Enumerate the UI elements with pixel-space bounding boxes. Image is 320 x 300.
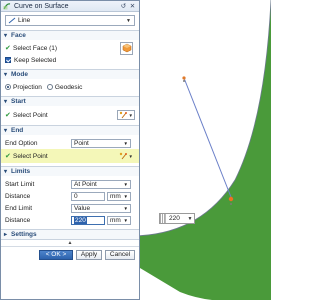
start-limit-value: At Point [74,180,97,188]
start-distance-unit[interactable]: mm ▼ [107,191,131,201]
close-icon[interactable]: ✕ [128,2,137,10]
projection-radio[interactable] [5,84,11,90]
end-select-point-row[interactable]: ✔ Select Point ▼ [1,149,139,163]
chevron-down-icon: ▾ [4,169,8,175]
section-start-title: Start [11,98,26,105]
checkmark-icon: ✔ [5,112,11,119]
checkmark-icon: ✔ [5,153,11,160]
unit-value: mm [110,192,121,200]
chevron-up-icon: ▲ [67,240,73,246]
end-distance-unit[interactable]: mm ▼ [107,215,131,225]
dialog-button-bar: < OK > Apply Cancel [1,246,139,262]
start-point-marker [182,76,186,80]
end-distance-input[interactable]: 220 [71,215,105,225]
start-limit-select[interactable]: At Point ▼ [71,179,131,189]
geodesic-radio[interactable] [46,84,53,90]
ok-button[interactable]: < OK > [39,249,73,260]
section-end-header[interactable]: ▾ End [1,125,139,135]
section-start-header[interactable]: ▾ Start [1,96,139,106]
curve-on-surface-icon [3,2,11,10]
section-settings-title: Settings [11,231,37,238]
section-face-header[interactable]: ▾ Face [1,30,139,40]
chevron-down-icon: ▼ [123,193,128,199]
end-limit-label: End Limit [5,204,33,212]
end-option-value: Point [74,139,89,147]
section-mode-header[interactable]: ▾ Mode [1,69,139,79]
line-type-icon [8,17,16,24]
end-option-label: End Option [5,139,38,147]
keep-selected-row[interactable]: Keep Selected [5,54,135,66]
dimension-value[interactable]: 220 [166,215,186,222]
type-select[interactable]: Line ▼ [5,15,135,26]
section-settings-header[interactable]: ▸ Settings [1,229,139,239]
face-select-icon[interactable] [120,41,133,55]
distance-label: Distance [5,192,31,200]
chevron-down-icon[interactable]: ▼ [129,113,133,118]
end-option-select[interactable]: Point ▼ [71,138,131,148]
section-mode-title: Mode [11,71,28,78]
projection-label: Projection [13,83,42,91]
surface-graphic [140,0,271,300]
geodesic-label: Geodesic [54,83,83,91]
chevron-down-icon: ▾ [4,72,8,78]
chevron-down-icon: ▼ [123,140,128,146]
distance-label: Distance [5,216,31,224]
select-face-label: Select Face (1) [13,44,58,52]
keep-selected-checkbox[interactable] [5,57,11,63]
unit-value: mm [110,216,121,224]
end-limit-select[interactable]: Value ▼ [71,203,131,213]
chevron-down-icon: ▾ [4,128,8,134]
chevron-down-icon: ▼ [126,17,131,24]
keep-selected-label: Keep Selected [14,56,57,64]
select-face-row[interactable]: ✔ Select Face (1) [5,41,135,55]
collapse-toggle[interactable]: ▲ [1,239,139,246]
apply-button[interactable]: Apply [76,249,102,260]
start-distance-value: 0 [74,192,78,200]
chevron-down-icon: ▾ [4,99,8,105]
point-icon [119,152,127,160]
start-select-point-row[interactable]: ✔ Select Point ▼ [5,108,135,122]
curve-on-surface-dialog: Curve on Surface ↺ ✕ Line ▼ ▾ Face ✔ Sel… [0,0,140,300]
section-limits-header[interactable]: ▾ Limits [1,166,139,176]
end-select-point-label: Select Point [13,152,48,160]
reset-icon[interactable]: ↺ [119,2,128,10]
point-dialog-button[interactable]: ▼ [117,110,135,120]
graphics-viewport[interactable]: 220 ▼ [140,0,271,300]
surface-line [183,77,232,198]
chevron-down-icon: ▼ [123,217,128,223]
start-limit-label: Start Limit [5,180,35,188]
cancel-button[interactable]: Cancel [105,249,135,260]
chevron-down-icon[interactable]: ▼ [129,154,133,159]
point-icon [119,111,127,119]
chevron-down-icon: ▼ [123,181,128,187]
section-face-title: Face [11,32,26,39]
type-select-value: Line [18,17,31,24]
end-distance-value: 220 [74,216,87,224]
chevron-right-icon: ▸ [4,232,8,238]
chevron-down-icon[interactable]: ▼ [186,216,194,222]
section-end-title: End [11,127,24,134]
dialog-title: Curve on Surface [14,2,69,10]
chevron-down-icon: ▾ [4,33,8,39]
start-select-point-label: Select Point [13,111,48,119]
chevron-down-icon: ▼ [123,205,128,211]
dimension-input[interactable]: 220 ▼ [159,213,195,224]
end-point-marker[interactable] [228,196,234,202]
start-distance-input[interactable]: 0 [71,191,105,201]
section-limits-title: Limits [11,168,31,175]
dialog-titlebar: Curve on Surface ↺ ✕ [1,1,139,12]
end-limit-value: Value [74,204,91,212]
point-dialog-button[interactable]: ▼ [117,151,135,161]
checkmark-icon: ✔ [5,45,11,52]
